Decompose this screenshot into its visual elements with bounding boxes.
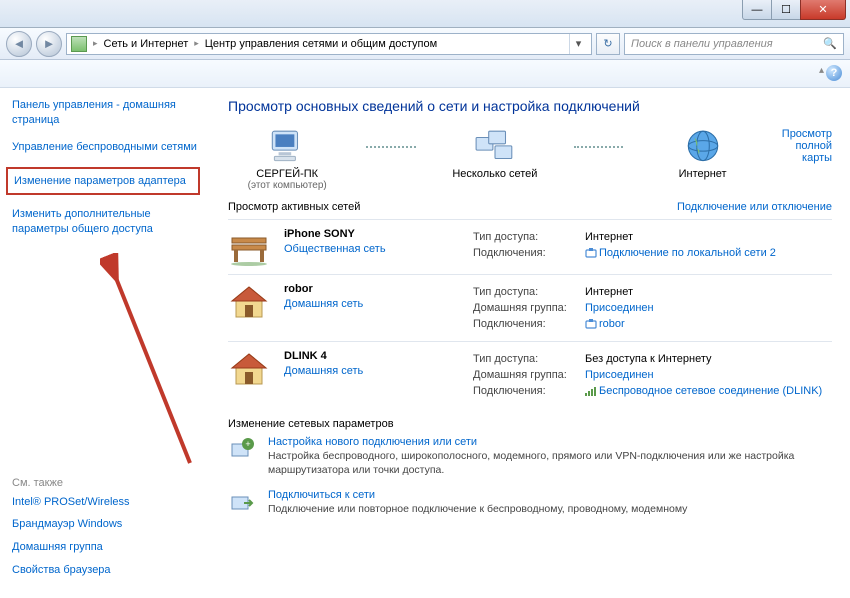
network-entry: iPhone SONY Общественная сеть Тип доступ… bbox=[228, 219, 832, 274]
sidebar-item-firewall[interactable]: Брандмауэр Windows bbox=[12, 517, 198, 532]
network-entry: DLINK 4 Домашняя сеть Тип доступа:Без до… bbox=[228, 341, 832, 408]
search-icon: 🔍 bbox=[823, 37, 837, 50]
refresh-button[interactable]: ↻ bbox=[596, 33, 620, 55]
search-input[interactable]: Поиск в панели управления 🔍 bbox=[624, 33, 844, 55]
network-type-link[interactable]: Общественная сеть bbox=[284, 243, 454, 255]
task-title-link[interactable]: Подключиться к сети bbox=[268, 489, 687, 501]
annotation-arrow bbox=[100, 253, 220, 483]
sidebar-item-browser[interactable]: Свойства браузера bbox=[12, 563, 198, 578]
globe-icon bbox=[682, 128, 724, 164]
node-multi-label: Несколько сетей bbox=[436, 168, 554, 180]
node-pc-sublabel: (этот компьютер) bbox=[228, 180, 346, 191]
task-icon bbox=[228, 489, 256, 517]
breadcrumb-item[interactable]: Сеть и Интернет bbox=[104, 38, 189, 50]
sidebar: Панель управления - домашняя страница Уп… bbox=[0, 88, 210, 598]
page-title: Просмотр основных сведений о сети и наст… bbox=[228, 98, 832, 114]
back-button[interactable]: ◄ bbox=[6, 31, 32, 57]
task-description: Настройка беспроводного, широкополосного… bbox=[268, 450, 832, 477]
help-icon[interactable]: ? bbox=[826, 65, 842, 81]
sidebar-item-home[interactable]: Панель управления - домашняя страница bbox=[12, 98, 198, 128]
task-item: Подключиться к сети Подключение или повт… bbox=[228, 489, 832, 517]
svg-text:+: + bbox=[245, 439, 250, 449]
access-value: Без доступа к Интернету bbox=[582, 352, 830, 366]
pc-icon bbox=[266, 128, 308, 164]
address-dropdown[interactable]: ▾ bbox=[569, 34, 587, 54]
eth-icon bbox=[585, 319, 597, 329]
maximize-button[interactable]: ☐ bbox=[771, 0, 801, 20]
titlebar: — ☐ ✕ bbox=[0, 0, 850, 28]
sidebar-item-adapter-settings[interactable]: Изменение параметров адаптера bbox=[6, 167, 200, 196]
network-name: iPhone SONY bbox=[284, 228, 454, 240]
close-button[interactable]: ✕ bbox=[800, 0, 846, 20]
search-placeholder: Поиск в панели управления bbox=[631, 38, 823, 50]
connection-link[interactable]: Подключение по локальной сети 2 bbox=[599, 247, 776, 259]
task-icon: + bbox=[228, 436, 256, 464]
minimize-button[interactable]: — bbox=[742, 0, 772, 20]
task-item: + Настройка нового подключения или сети … bbox=[228, 436, 832, 477]
connection-link[interactable]: Беспроводное сетевое соединение (DLINK) bbox=[599, 385, 822, 397]
chevron-up-icon: ▴ bbox=[819, 65, 824, 76]
main-content: Просмотр основных сведений о сети и наст… bbox=[210, 88, 850, 598]
house-icon bbox=[228, 350, 270, 388]
sidebar-item-wireless[interactable]: Управление беспроводными сетями bbox=[12, 140, 198, 155]
see-also-label: См. также bbox=[12, 477, 198, 489]
bench-icon bbox=[228, 228, 270, 266]
access-value: Интернет bbox=[582, 230, 830, 244]
house-icon bbox=[228, 283, 270, 321]
homegroup-link[interactable]: Присоединен bbox=[585, 369, 654, 381]
node-pc-label: СЕРГЕЙ-ПК bbox=[228, 168, 346, 180]
navbar: ◄ ► ▸ Сеть и Интернет ▸ Центр управления… bbox=[0, 28, 850, 60]
task-description: Подключение или повторное подключение к … bbox=[268, 503, 687, 517]
task-title-link[interactable]: Настройка нового подключения или сети bbox=[268, 436, 832, 448]
chevron-right-icon: ▸ bbox=[194, 38, 199, 49]
forward-button[interactable]: ► bbox=[36, 31, 62, 57]
control-panel-icon bbox=[71, 36, 87, 52]
toolbar: ▴ ? bbox=[0, 60, 850, 88]
node-internet-label: Интернет bbox=[643, 168, 761, 180]
sidebar-item-sharing[interactable]: Изменить дополнительные параметры общего… bbox=[12, 207, 198, 237]
network-type-link[interactable]: Домашняя сеть bbox=[284, 365, 454, 377]
full-map-link[interactable]: Просмотр полной карты bbox=[782, 128, 832, 164]
address-bar[interactable]: ▸ Сеть и Интернет ▸ Центр управления сет… bbox=[66, 33, 592, 55]
multi-network-icon bbox=[474, 128, 516, 164]
eth-icon bbox=[585, 248, 597, 258]
network-name: DLINK 4 bbox=[284, 350, 454, 362]
tasks-header: Изменение сетевых параметров bbox=[228, 418, 832, 430]
breadcrumb-item[interactable]: Центр управления сетями и общим доступом bbox=[205, 38, 437, 50]
sidebar-item-intel[interactable]: Intel® PROSet/Wireless bbox=[12, 495, 198, 510]
connection-link[interactable]: robor bbox=[599, 318, 625, 330]
homegroup-link[interactable]: Присоединен bbox=[585, 302, 654, 314]
network-type-link[interactable]: Домашняя сеть bbox=[284, 298, 454, 310]
wifi-icon bbox=[585, 386, 597, 396]
network-name: robor bbox=[284, 283, 454, 295]
network-entry: robor Домашняя сеть Тип доступа:Интернет… bbox=[228, 274, 832, 341]
chevron-right-icon: ▸ bbox=[93, 38, 98, 49]
active-networks-header: Просмотр активных сетей bbox=[228, 201, 360, 213]
sidebar-item-homegroup[interactable]: Домашняя группа bbox=[12, 540, 198, 555]
access-value: Интернет bbox=[582, 285, 830, 299]
connect-disconnect-link[interactable]: Подключение или отключение bbox=[677, 201, 832, 213]
network-map: СЕРГЕЙ-ПК (этот компьютер) Несколько сет… bbox=[228, 128, 832, 191]
